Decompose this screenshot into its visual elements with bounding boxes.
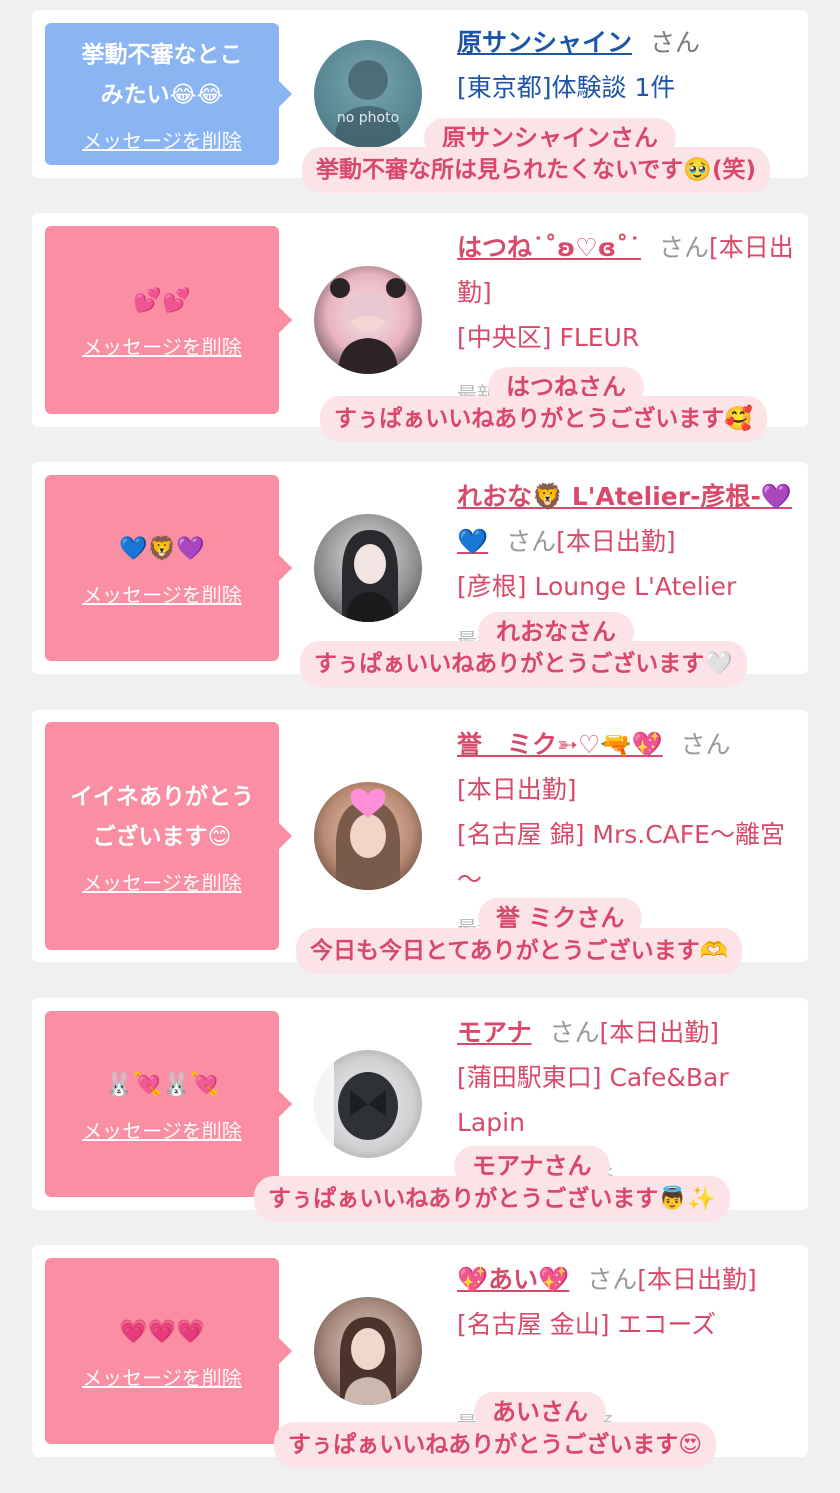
person-photo-icon (339, 1317, 397, 1405)
user-info: モアナ さん[本日出勤] [蒲田駅東口] Cafe&Bar Lapin (457, 1010, 797, 1145)
person-photo-icon (342, 530, 398, 622)
delete-message-link[interactable]: メッセージを削除 (82, 867, 242, 896)
message-bubble: 💕💕 メッセージを削除 (45, 226, 292, 414)
user-name-link[interactable]: 誉 ミク➳♡🔫💖 (457, 730, 663, 759)
avatar[interactable] (314, 514, 422, 622)
user-info: はつね˙˚ʚ♡ɞ˚˙ さん[本日出勤] [中央区] FLEUR (457, 225, 797, 360)
user-info: 誉 ミク➳♡🔫💖 さん [本日出勤] [名古屋 錦] Mrs.CAFE～離宮～ (457, 722, 797, 902)
message-bubble: 挙動不審なとこみたい😂😂 メッセージを削除 (45, 23, 292, 165)
status-label: [本日出勤] (637, 1265, 757, 1294)
overlay-message-caption: すぅぱぁいいねありがとうございます🥰 (320, 396, 767, 442)
user-detail: [東京都]体験談 1件 (457, 73, 676, 102)
user-info: 原サンシャイン さん [東京都]体験談 1件 (457, 20, 797, 110)
delete-message-link[interactable]: メッセージを削除 (82, 579, 242, 608)
message-bubble: 💗💗💗 メッセージを削除 (45, 1258, 292, 1444)
message-text: 🐰💘🐰💘 (104, 1071, 220, 1098)
san-label: さん (680, 730, 731, 759)
avatar[interactable] (314, 1297, 422, 1405)
san-label: さん (659, 233, 710, 262)
san-label: さん (650, 28, 701, 57)
message-text: 💗💗💗 (119, 1318, 205, 1345)
avatar[interactable] (314, 1050, 422, 1158)
user-detail: [蒲田駅東口] Cafe&Bar Lapin (457, 1063, 729, 1137)
san-label: さん (506, 527, 557, 556)
no-photo-icon (334, 60, 402, 148)
person-photo-icon (314, 1050, 398, 1158)
avatar[interactable] (314, 266, 422, 374)
user-name-link[interactable]: はつね˙˚ʚ♡ɞ˚˙ (457, 233, 641, 262)
message-bubble: イイネありがとうございます😊 メッセージを削除 (45, 722, 292, 950)
message-bubble: 💙🦁💜 メッセージを削除 (45, 475, 292, 661)
delete-message-link[interactable]: メッセージを削除 (82, 331, 242, 360)
avatar[interactable] (314, 782, 422, 890)
user-info: 💖あい💖 さん[本日出勤] [名古屋 金山] エコーズ (457, 1257, 797, 1347)
overlay-message-caption: 挙動不審な所は見られたくないです🥹(笑) (302, 147, 770, 193)
person-photo-icon (335, 788, 401, 890)
user-name-link[interactable]: 原サンシャイン (457, 28, 632, 57)
overlay-message-caption: すぅぱぁいいねありがとうございます🤍 (300, 641, 747, 687)
person-photo-icon (330, 278, 406, 374)
overlay-message-caption: すぅぱぁいいねありがとうございます👼✨ (254, 1176, 730, 1222)
message-text: 挙動不審なとこみたい😂😂 (81, 41, 243, 108)
message-card: イイネありがとうございます😊 メッセージを削除 誉 ミク➳♡🔫💖 さん [本日出勤… (32, 710, 808, 962)
san-label: さん (549, 1018, 600, 1047)
user-detail: [名古屋 錦] Mrs.CAFE～離宮～ (457, 820, 785, 894)
message-text: イイネありがとうございます😊 (70, 783, 254, 850)
avatar[interactable]: no photo (314, 40, 422, 148)
user-detail: [名古屋 金山] エコーズ (457, 1310, 717, 1339)
message-text: 💙🦁💜 (119, 535, 205, 562)
user-detail: [彦根] Lounge L'Atelier (457, 572, 737, 601)
san-label: さん (587, 1265, 638, 1294)
message-card: 💕💕 メッセージを削除 はつね˙˚ʚ♡ɞ˚˙ さん[本日出勤] [中央区] FLE… (32, 213, 808, 427)
user-name-link[interactable]: モアナ (457, 1018, 532, 1047)
overlay-message-caption: 今日も今日とてありがとうございます🫶 (296, 928, 743, 974)
message-text: 💕💕 (133, 287, 191, 314)
user-info: れおな🦁 L'Atelier-彦根-💜💙 さん[本日出勤] [彦根] Lounge… (457, 474, 797, 609)
status-label: [本日出勤] (556, 527, 676, 556)
delete-message-link[interactable]: メッセージを削除 (82, 1115, 242, 1144)
status-label: [本日出勤] (457, 775, 577, 804)
message-bubble: 🐰💘🐰💘 メッセージを削除 (45, 1011, 292, 1197)
delete-message-link[interactable]: メッセージを削除 (82, 1362, 242, 1391)
user-name-link[interactable]: 💖あい💖 (457, 1265, 569, 1294)
no-photo-label: no photo (336, 110, 400, 126)
overlay-message-caption: すぅぱぁいいねありがとうございます😍 (274, 1422, 717, 1468)
user-detail: [中央区] FLEUR (457, 323, 640, 352)
delete-message-link[interactable]: メッセージを削除 (82, 125, 242, 154)
status-label: [本日出勤] (599, 1018, 720, 1047)
